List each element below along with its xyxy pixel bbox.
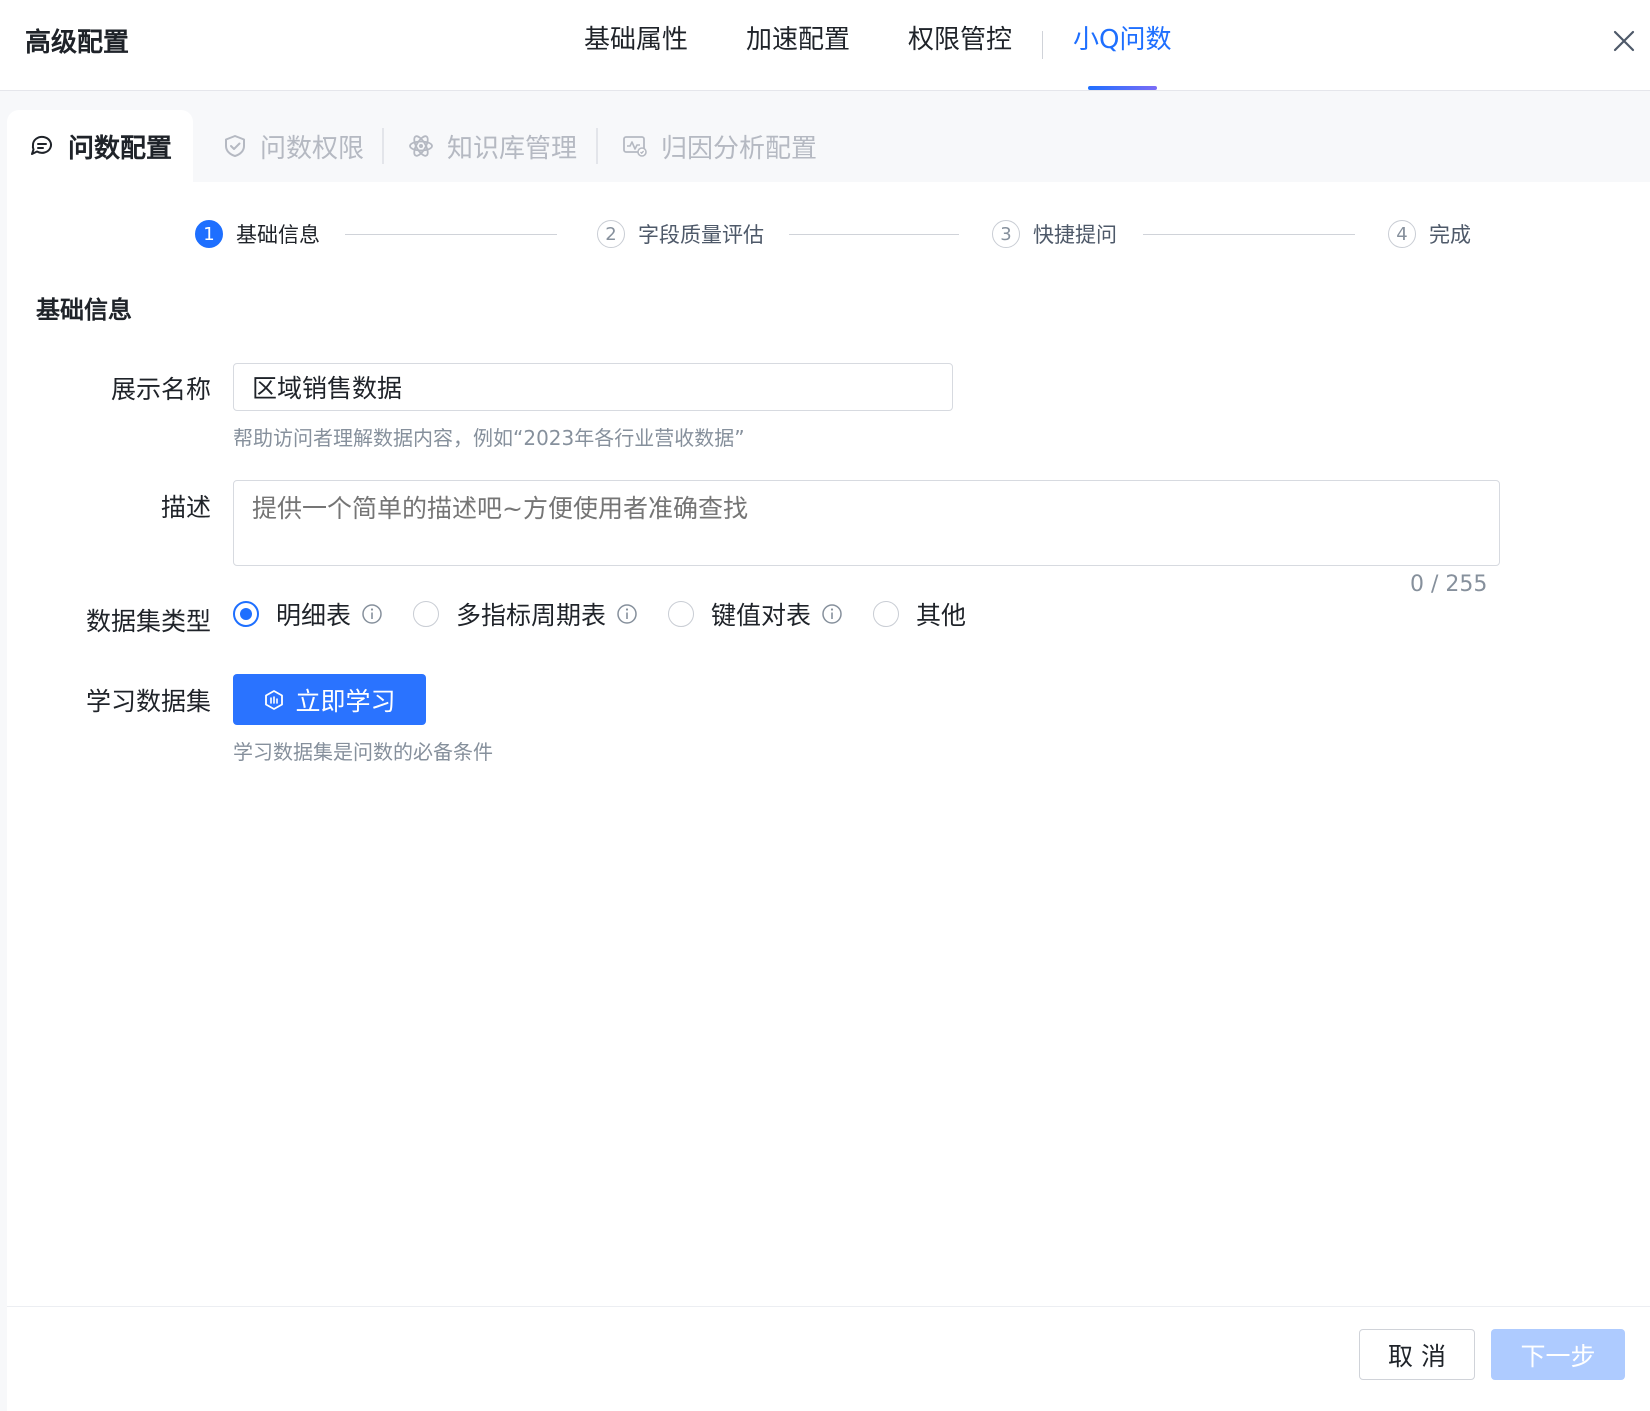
step-3: 3 快捷提问	[992, 214, 1117, 254]
subtab-knowledge-base[interactable]: 知识库管理	[407, 110, 577, 182]
atom-icon	[409, 135, 433, 157]
top-tabs: 基础属性 加速配置 权限管控 小Q问数	[584, 0, 1230, 90]
next-step-button[interactable]: 下一步	[1491, 1329, 1625, 1380]
subtab-label: 问数配置	[67, 133, 172, 164]
subtab-ask-config[interactable]: 问数配置	[7, 110, 193, 182]
radio-key-value-table[interactable]: 键值对表	[668, 596, 843, 632]
step-label: 基础信息	[236, 223, 320, 247]
description-label: 描述	[160, 493, 211, 522]
tab-permission-control[interactable]: 权限管控	[908, 0, 1012, 90]
step-number: 2	[597, 220, 625, 248]
radio-label: 其他	[916, 601, 967, 630]
info-icon[interactable]	[821, 603, 843, 625]
subtab-divider	[596, 128, 598, 164]
radio-label: 键值对表	[711, 601, 812, 630]
tab-divider	[1042, 31, 1044, 59]
close-button[interactable]	[1607, 24, 1641, 58]
cancel-button[interactable]: 取 消	[1359, 1329, 1475, 1380]
step-label: 字段质量评估	[638, 223, 764, 247]
dialog-header: 高级配置 基础属性 加速配置 权限管控 小Q问数	[0, 0, 1650, 91]
close-icon	[1613, 30, 1635, 52]
step-number: 1	[195, 220, 223, 248]
tab-acceleration-config[interactable]: 加速配置	[746, 0, 850, 90]
subtab-divider	[382, 128, 384, 164]
subtab-label: 知识库管理	[447, 133, 578, 164]
step-2: 2 字段质量评估	[597, 214, 764, 254]
description-textarea[interactable]	[233, 480, 1500, 566]
step-1: 1 基础信息	[195, 214, 320, 254]
display-name-label: 展示名称	[110, 375, 211, 404]
chat-icon	[30, 135, 52, 155]
learn-hexagon-icon	[265, 689, 284, 710]
subtab-label: 归因分析配置	[661, 133, 818, 164]
radio-label: 明细表	[276, 601, 352, 630]
subtab-label: 问数权限	[260, 133, 365, 164]
display-name-hint: 帮助访问者理解数据内容，例如“2023年各行业营收数据”	[233, 426, 745, 450]
step-connector	[345, 234, 557, 235]
radio-other[interactable]: 其他	[873, 596, 966, 632]
step-connector	[789, 234, 959, 235]
sub-tabs: 问数配置 问数权限 知识库管理 归因分析配置	[0, 92, 1650, 182]
dialog-title: 高级配置	[25, 28, 130, 58]
dialog-footer: 取 消 下一步	[7, 1306, 1650, 1411]
shield-icon	[225, 135, 245, 157]
step-number: 3	[992, 220, 1020, 248]
tab-basic-properties[interactable]: 基础属性	[584, 0, 688, 90]
subtab-ask-permission[interactable]: 问数权限	[222, 110, 364, 182]
tab-xiaoq-ask[interactable]: 小Q问数	[1073, 0, 1172, 90]
content-panel: 1 基础信息 2 字段质量评估 3 快捷提问 4 完成 基础信息 展示名称 帮助…	[7, 182, 1650, 1306]
step-label: 快捷提问	[1033, 223, 1117, 247]
learn-dataset-label: 学习数据集	[85, 687, 211, 716]
dataset-type-radio-group: 明细表 多指标周期表 键值对表 其他	[233, 594, 996, 634]
subtab-attribution-analysis[interactable]: 归因分析配置	[621, 110, 817, 182]
radio-button[interactable]	[873, 601, 900, 627]
section-title: 基础信息	[36, 296, 132, 324]
radio-button[interactable]	[413, 601, 440, 627]
chart-monitor-icon	[623, 136, 647, 157]
radio-label: 多指标周期表	[456, 601, 607, 630]
display-name-input[interactable]	[233, 363, 953, 411]
step-connector	[1143, 234, 1355, 235]
radio-detail-table[interactable]: 明细表	[233, 596, 383, 632]
info-icon[interactable]	[361, 603, 383, 625]
dataset-type-label: 数据集类型	[85, 607, 211, 636]
radio-multi-metric-period-table[interactable]: 多指标周期表	[413, 596, 638, 632]
step-indicator: 1 基础信息 2 字段质量评估 3 快捷提问 4 完成	[195, 214, 1495, 254]
description-char-counter: 0 / 255	[1410, 572, 1488, 597]
radio-button-selected[interactable]	[233, 601, 259, 627]
step-4: 4 完成	[1388, 214, 1471, 254]
step-number: 4	[1388, 220, 1416, 248]
learn-dataset-hint: 学习数据集是问数的必备条件	[233, 740, 493, 764]
info-icon[interactable]	[616, 603, 638, 625]
learn-now-button[interactable]: 立即学习	[233, 674, 426, 725]
step-label: 完成	[1429, 223, 1471, 247]
learn-now-label: 立即学习	[295, 686, 396, 716]
radio-button[interactable]	[668, 601, 695, 627]
